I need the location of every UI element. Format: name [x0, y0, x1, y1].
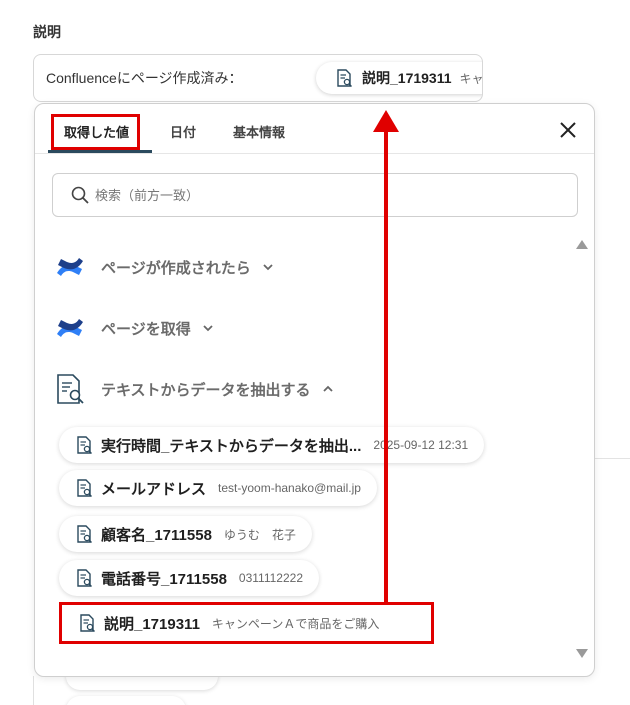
item-name: 電話番号_1711558	[101, 570, 227, 588]
field-label: 説明	[33, 24, 61, 40]
background-chip	[66, 696, 186, 705]
scroll-up-icon[interactable]	[576, 240, 588, 249]
chip-value: キャンペーンＡで商品をご購入	[459, 71, 483, 86]
scroll-down-icon[interactable]	[576, 649, 588, 658]
confluence-logo-icon	[57, 319, 83, 337]
document-search-icon	[77, 525, 92, 543]
field-variable-chip[interactable]: 説明_1719311 キャンペーンＡで商品をご購入	[316, 62, 483, 94]
search-icon	[71, 186, 89, 204]
item-name: 実行時間_テキストからデータを抽出...	[101, 437, 362, 455]
list-item-highlighted[interactable]: 説明_1719311 キャンペーンＡで商品をご購入	[59, 602, 434, 644]
chip-name: 説明_1719311	[362, 70, 452, 86]
item-value: test-yoom-hanako@mail.jp	[218, 481, 361, 495]
tab-bar: 取得した値 日付 基本情報	[35, 104, 594, 154]
group-label: ページを取得	[101, 320, 191, 338]
group-label: ページが作成されたら	[101, 259, 251, 277]
document-search-icon	[77, 479, 92, 497]
item-name: メールアドレス	[101, 480, 207, 498]
chevron-down-icon	[203, 325, 213, 332]
list-item[interactable]: 電話番号_1711558 0311112222	[59, 560, 319, 596]
chevron-down-icon	[263, 264, 273, 271]
background-divider	[595, 458, 630, 459]
item-value: 0311112222	[238, 571, 303, 585]
item-name: 説明_1719311	[104, 615, 200, 633]
group-extract-data[interactable]: テキストからデータを抽出する	[53, 369, 335, 409]
close-icon[interactable]	[556, 118, 580, 142]
group-get-page[interactable]: ページを取得	[53, 308, 215, 348]
item-value: ゆうむ 花子	[223, 527, 296, 542]
background-divider	[33, 676, 34, 705]
active-tab-indicator	[48, 150, 152, 153]
tab-date[interactable]: 日付	[170, 122, 196, 141]
document-search-icon	[77, 569, 92, 587]
group-label: テキストからデータを抽出する	[101, 381, 311, 399]
list-item[interactable]: 顧客名_1711558 ゆうむ 花子	[59, 516, 312, 552]
description-field[interactable]: Confluenceにページ作成済み： 説明_1719311 キャンペーンＡで商…	[33, 54, 483, 102]
group-page-created[interactable]: ページが作成されたら	[53, 247, 275, 287]
variable-picker-panel: 取得した値 日付 基本情報 ページが作成されたら	[34, 103, 595, 677]
document-search-icon	[57, 374, 84, 404]
search-input[interactable]	[95, 182, 565, 208]
list-item[interactable]: メールアドレス test-yoom-hanako@mail.jp	[59, 470, 377, 506]
confluence-logo-icon	[57, 258, 83, 276]
document-search-icon	[77, 436, 92, 454]
tab-label: 取得した値	[51, 114, 141, 150]
item-name: 顧客名_1711558	[101, 526, 212, 544]
document-search-icon	[337, 69, 352, 87]
list-item[interactable]: 実行時間_テキストからデータを抽出... 2025-09-12 12:31	[59, 427, 485, 463]
tab-retrieved-values[interactable]: 取得した値	[51, 114, 141, 150]
document-search-icon	[80, 614, 95, 632]
item-value: キャンペーンＡで商品をご購入	[211, 616, 380, 631]
chevron-up-icon	[322, 385, 333, 392]
field-prefix-text: Confluenceにページ作成済み：	[46, 70, 243, 86]
item-value: 2025-09-12 12:31	[373, 438, 469, 452]
search-box	[52, 173, 578, 217]
tab-basic-info[interactable]: 基本情報	[233, 122, 285, 141]
